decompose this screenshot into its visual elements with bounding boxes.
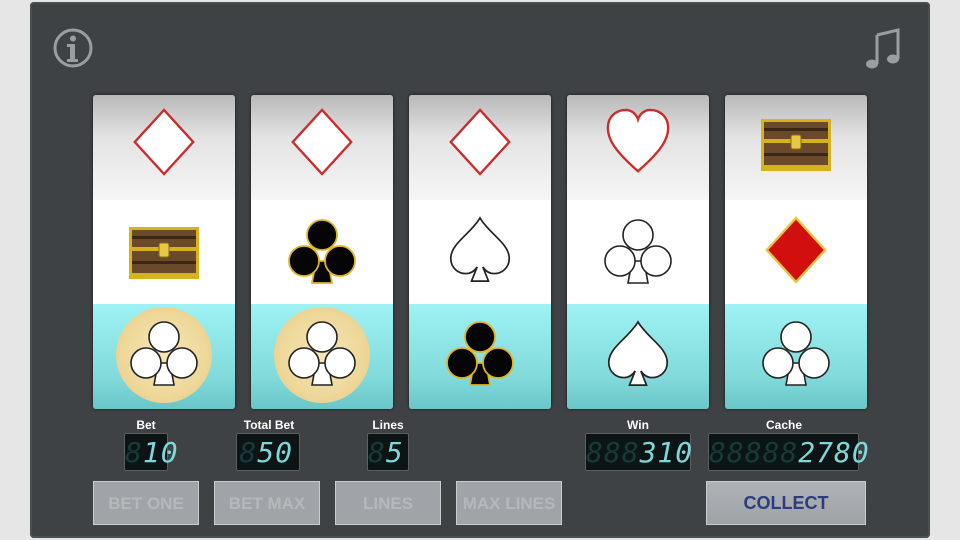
info-icon[interactable] (52, 27, 94, 69)
reel-1 (93, 95, 235, 409)
club-white-icon (127, 317, 201, 391)
diamond-outline-icon (447, 107, 513, 177)
total-bet-display: 850 (236, 433, 300, 471)
collect-button[interactable]: COLLECT (706, 481, 866, 525)
bet-label: Bet (136, 418, 156, 432)
total-bet-label: Total Bet (243, 418, 295, 432)
win-label: Win (627, 418, 649, 432)
heart-outline-icon (605, 107, 671, 177)
bet-one-button[interactable]: BET ONE (93, 481, 199, 525)
treasure-chest-icon (759, 117, 833, 173)
music-note-icon[interactable] (864, 27, 902, 71)
diamond-outline-icon (289, 107, 355, 177)
cache-label: Cache (765, 418, 803, 432)
club-white-icon (759, 317, 833, 391)
club-white-icon (285, 317, 359, 391)
max-lines-button[interactable]: MAX LINES (456, 481, 562, 525)
win-display: 888310 (585, 433, 692, 471)
cache-display: 888882780 (708, 433, 869, 471)
diamond-red-icon (763, 215, 829, 285)
diamond-outline-icon (131, 107, 197, 177)
club-white-icon (601, 215, 675, 289)
lines-label: Lines (372, 418, 404, 432)
club-black-icon (285, 215, 359, 289)
club-black-icon (443, 317, 517, 391)
reel-4 (567, 95, 709, 409)
spade-white-icon (447, 215, 513, 285)
lines-button[interactable]: LINES (335, 481, 441, 525)
spade-white-icon (605, 319, 671, 389)
bet-max-button[interactable]: BET MAX (214, 481, 320, 525)
reel-2 (251, 95, 393, 409)
reel-3 (409, 95, 551, 409)
bet-display: 810 (124, 433, 178, 471)
lines-display: 85 (367, 433, 409, 471)
treasure-chest-icon (127, 225, 201, 281)
reel-5 (725, 95, 867, 409)
game-screen: Bet Total Bet Lines Win Cache 810 850 85… (0, 0, 960, 540)
